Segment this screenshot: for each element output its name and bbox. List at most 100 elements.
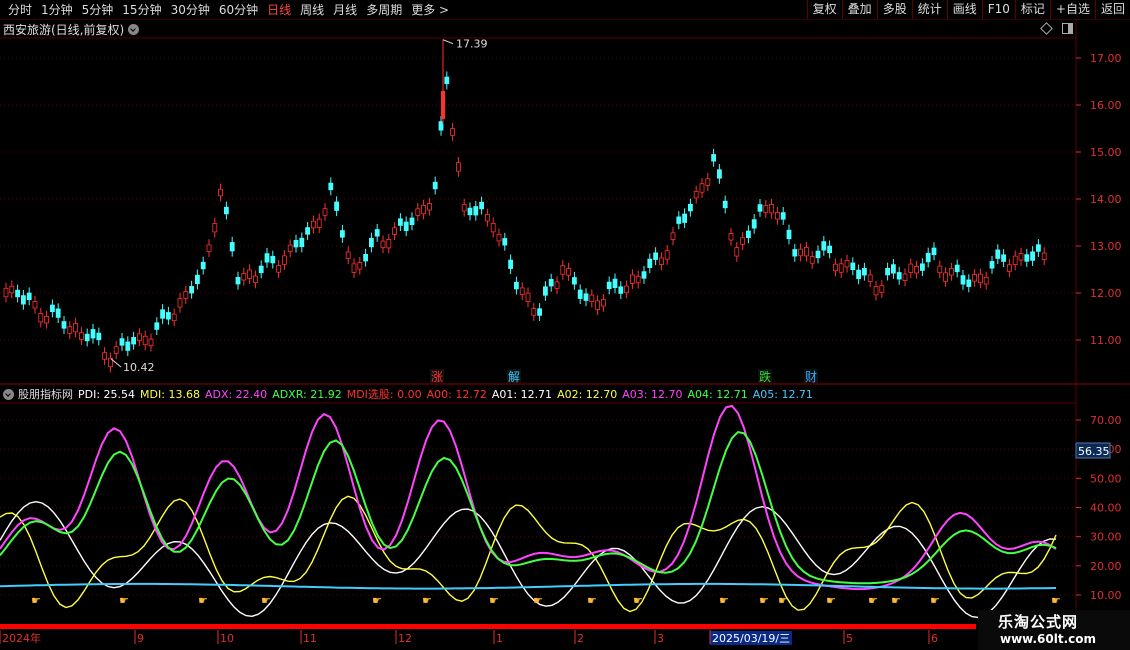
indicator-value-1: MDI: 13.68 <box>140 388 200 401</box>
candle-body <box>9 285 15 294</box>
high-candle-body <box>441 90 445 120</box>
candle-body <box>891 264 896 274</box>
candle-body <box>908 263 914 273</box>
candle-body <box>38 312 44 323</box>
candle-body <box>844 259 850 268</box>
candle-body <box>490 222 496 233</box>
candle-body <box>148 338 154 347</box>
candle-body <box>583 293 589 301</box>
indicator-value-2: ADX: 22.40 <box>204 388 268 401</box>
candle-body <box>815 250 821 259</box>
candle-body <box>809 256 815 264</box>
candle-body <box>496 233 502 242</box>
candle-body <box>305 227 311 235</box>
candle-body <box>780 212 786 220</box>
date-label-7: 3 <box>657 632 664 645</box>
candle-body <box>67 326 73 334</box>
indicator-value-0: PDI: 25.54 <box>78 388 136 401</box>
candle-body <box>461 203 467 212</box>
candle-body <box>821 241 827 251</box>
candle-body <box>560 265 566 275</box>
candle-body <box>392 227 398 235</box>
candle-body <box>705 178 711 186</box>
candle-body <box>960 275 966 285</box>
candle-body <box>572 277 577 285</box>
signal-hand-icon: ☛ <box>759 594 769 607</box>
date-label-5: 1 <box>496 632 503 645</box>
candle-body <box>415 208 421 216</box>
candle-body <box>409 217 415 225</box>
candle-body <box>838 263 844 273</box>
candle-body <box>972 274 977 282</box>
signal-hand-icon: ☛ <box>31 594 41 607</box>
candle-body <box>218 188 224 197</box>
candle-body <box>1030 251 1035 261</box>
candle-body <box>966 279 972 287</box>
candle-body <box>566 268 571 276</box>
kline-chart[interactable]: 17.00 16.00 15.00 14.00 13.00 12.00 11.00 17.39… <box>0 0 1130 650</box>
candle-body <box>177 298 183 308</box>
price-tick-label: 11.00 <box>1090 334 1122 347</box>
price-tick-label: 17.00 <box>1090 52 1122 65</box>
price-tick-label: 15.00 <box>1090 146 1122 159</box>
candle-body <box>206 244 212 252</box>
candle-body <box>258 265 264 274</box>
candle-body <box>328 182 334 191</box>
watermark-logo: 乐淘公式网 www.60lt.com <box>978 610 1130 650</box>
candle-body <box>612 278 618 289</box>
signal-hand-icon: ☛ <box>587 594 597 607</box>
indicator-menu-icon[interactable] <box>3 388 14 400</box>
candle-body <box>316 218 322 228</box>
candle-body <box>351 263 357 273</box>
candle-body <box>682 213 687 223</box>
candle-body <box>484 214 490 222</box>
candle-body <box>786 229 792 240</box>
candle-body <box>618 286 624 294</box>
candle-body <box>606 281 612 290</box>
indicator-header: 股朋指标网 PDI: 25.54 MDI: 13.68 ADX: 22.40 ADXR… <box>0 386 818 402</box>
candle-body <box>740 237 745 245</box>
candle-body <box>252 275 258 284</box>
candle-body <box>276 265 282 273</box>
candle-body <box>55 308 61 318</box>
candle-body <box>113 346 119 354</box>
candle-body <box>914 265 919 274</box>
candle-body <box>165 312 171 320</box>
candle-body <box>543 286 548 296</box>
indicator-values: PDI: 25.54 MDI: 13.68 ADX: 22.40 ADXR: 21.9… <box>78 386 818 402</box>
indicator-tick-label: 70.00 <box>1090 414 1122 427</box>
candle-body <box>1024 254 1030 262</box>
candle-body <box>357 262 363 270</box>
candle-body <box>873 286 879 296</box>
candle-body <box>1036 244 1041 252</box>
signal-hand-icon: ☛ <box>1051 594 1061 607</box>
candle-body <box>659 257 664 265</box>
candle-body <box>119 338 125 346</box>
candle-body <box>885 267 890 276</box>
candle-body <box>949 268 954 276</box>
candle-body <box>386 239 392 249</box>
candle-body <box>281 255 287 265</box>
candle-body <box>450 128 456 136</box>
candle-body <box>751 219 757 229</box>
candle-body <box>589 294 595 303</box>
indicator-value-10: A05: 12.71 <box>752 388 813 401</box>
candle-body <box>154 322 160 330</box>
candle-body <box>833 263 838 272</box>
candle-body <box>287 244 293 253</box>
candle-body <box>676 216 682 224</box>
candle-body <box>479 201 485 210</box>
candle-body <box>850 262 856 270</box>
candle-body <box>514 281 519 290</box>
price-tick-label: 13.00 <box>1090 240 1122 253</box>
indicator-title: 股朋指标网 <box>18 388 73 401</box>
watermark-name: 乐淘公式网 <box>998 613 1079 631</box>
candle-body <box>624 285 629 294</box>
high-label: 17.39 <box>456 38 488 51</box>
candle-body <box>856 269 861 280</box>
candle-body <box>473 206 479 216</box>
candle-body <box>943 272 948 282</box>
indicator-tick-label: 40.00 <box>1090 502 1122 515</box>
candle-body <box>502 238 508 246</box>
candle-body <box>763 205 769 213</box>
